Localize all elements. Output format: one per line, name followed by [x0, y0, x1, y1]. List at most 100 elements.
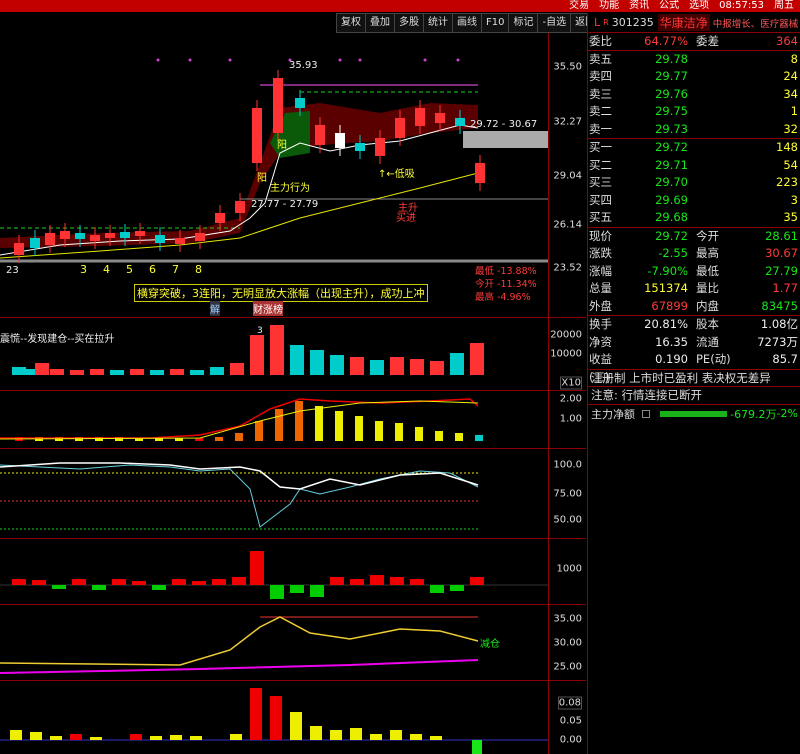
indicator-4-tick: 30.00 [553, 637, 582, 649]
stock-tags: 中报增长、医疗器械 [712, 18, 799, 30]
stat-label: 今开 [696, 228, 719, 243]
stat-label: 内盘 [696, 298, 719, 313]
volume-bar [50, 369, 64, 375]
fund-value: 16.35 [655, 334, 688, 349]
indicator-5-tick: 0.05 [559, 715, 582, 727]
f10-button[interactable]: F10 [481, 13, 509, 33]
ask-row[interactable]: 卖三 29.76 34 [588, 86, 800, 104]
menu-function[interactable]: 功能 [599, 0, 619, 12]
indicator-2-axis: 100.0 75.00 50.00 [548, 449, 586, 538]
ask-label: 卖一 [589, 121, 612, 136]
stock-name[interactable]: 华康洁净 [657, 14, 710, 31]
cai-tag: 财 [253, 301, 263, 316]
stat-value: 151374 [644, 281, 688, 295]
volume-bar [210, 367, 224, 375]
indicator-1-red-line [0, 398, 479, 439]
bid-row[interactable]: 买五 29.68 35 [588, 209, 800, 227]
candle-wick [34, 230, 36, 256]
volume-bar [430, 361, 444, 375]
indicator-5-tick: 0.08 [557, 696, 582, 710]
bid-row[interactable]: 买二 29.71 54 [588, 157, 800, 175]
ask-price: 29.76 [655, 86, 688, 101]
stock-code: 301235 [611, 16, 654, 29]
indicator-pane-5[interactable]: 0.08 0.05 0.00 [0, 681, 586, 754]
indicator-1-bar [215, 437, 223, 441]
menu-formula[interactable]: 公式 [659, 0, 679, 12]
volume-bar [190, 370, 204, 375]
range-label-1: 27.77 - 27.79 [251, 199, 319, 210]
bid-label: 买五 [589, 210, 612, 224]
ask-price: 29.77 [655, 69, 688, 83]
indicator-1-tick: 1.00 [559, 413, 582, 425]
candle-wick [459, 110, 461, 134]
indicator-3-bar [290, 585, 304, 593]
indicator-3-bar [212, 579, 226, 585]
fundamentals: 换手 20.81% 股本 1.08亿 净资 16.35 流通 7273万 收益(三) 0.19… [588, 316, 800, 384]
ask-row[interactable]: 卖二 29.75 1 [588, 103, 800, 121]
ask-row[interactable]: 卖五 29.78 8 [588, 51, 800, 69]
bid-label: 买二 [589, 157, 612, 172]
fund-label: PE(动) [696, 352, 731, 366]
fund-value: 7273万 [757, 334, 798, 349]
statistics-button[interactable]: 统计 [423, 13, 452, 33]
menu-info[interactable]: 资讯 [629, 0, 649, 12]
indicator-3-bar [112, 579, 126, 585]
bid-row[interactable]: 买四 29.69 3 [588, 192, 800, 210]
bid-price: 29.69 [655, 192, 688, 207]
menu-trade[interactable]: 交易 [569, 0, 589, 12]
bid-row[interactable]: 买三 29.70 223 [588, 174, 800, 192]
indicator-3-bar [152, 585, 166, 590]
indicator-3-bar [250, 551, 264, 585]
indicator-5-bar [170, 735, 182, 740]
ask-row[interactable]: 卖一 29.73 32 [588, 121, 800, 139]
overlay-button[interactable]: 叠加 [365, 13, 394, 33]
indicator-pane-2[interactable]: 100.0 75.00 50.00 [0, 449, 586, 539]
net-flow-toggle-icon[interactable] [641, 409, 650, 418]
indicator-pane-3[interactable]: 1000 [0, 539, 586, 605]
stat-label: 最低 [696, 263, 719, 278]
stat-label: 外盘 [589, 298, 612, 313]
candle-wick [399, 110, 401, 146]
add-watchlist-button[interactable]: -自选 [537, 13, 571, 33]
indicator-3-bar [450, 585, 464, 591]
multi-stock-button[interactable]: 多股 [394, 13, 423, 33]
volume-bar [450, 353, 464, 375]
indicator-3-bar [92, 585, 106, 590]
bid-volume: 3 [790, 192, 798, 207]
indicator-5-bar [190, 736, 202, 740]
quote-row: 涨幅 -7.90% 最低 27.79 [588, 263, 800, 281]
indicator-pane-4[interactable]: 减仓 35.00 30.00 25.00 [0, 605, 586, 681]
indicator-5-bar [230, 734, 242, 740]
stat-value: 67899 [651, 298, 688, 313]
ask-price: 29.75 [655, 104, 688, 118]
indicator-3-bar [470, 577, 484, 585]
chart-area[interactable]: 35.93 27.77 - 27.79 29.72 - 30.67 主力行为 ↑… [0, 33, 586, 754]
connection-note: 注意: 行情连接已断开 [588, 387, 800, 405]
bid-row[interactable]: 买一 29.72 148 [588, 139, 800, 157]
candle-wick [109, 225, 111, 246]
indicator-5-bar [130, 734, 142, 740]
indicator-5-bar [370, 734, 382, 740]
menu-options[interactable]: 选项 [689, 0, 709, 12]
bid-price: 29.71 [655, 157, 688, 172]
mark-button[interactable]: 标记 [508, 13, 538, 33]
candle-wick [199, 225, 201, 249]
indicator-3-bar [32, 580, 46, 585]
chart-toolbar: 复权 叠加 多股 统计 画线 F10 标记 -自选 返回 [336, 13, 601, 33]
indicator-3-bar [310, 585, 324, 597]
candle-wick [256, 100, 258, 171]
indicator-3-bar [430, 585, 444, 593]
price-tick: 26.14 [553, 219, 582, 231]
kline-pane[interactable]: 35.93 27.77 - 27.79 29.72 - 30.67 主力行为 ↑… [0, 33, 586, 318]
indicator-pane-1[interactable]: 2.00 1.00 [0, 391, 586, 449]
draw-line-button[interactable]: 画线 [452, 13, 481, 33]
restore-rights-button[interactable]: 复权 [336, 13, 365, 33]
volume-pane[interactable]: 震慌--发现建仓--买在拉升 3 20000 10000 X10 [0, 318, 586, 391]
jie-tag: 解 [210, 301, 220, 316]
indicator-5-svg [0, 688, 548, 754]
indicator-5-bar [70, 734, 82, 740]
indicator-5-bar [290, 712, 302, 740]
ask-row[interactable]: 卖四 29.77 24 [588, 68, 800, 86]
price-tick: 29.04 [553, 170, 582, 182]
quote-row: 现价 29.72 今开 28.61 [588, 228, 800, 246]
